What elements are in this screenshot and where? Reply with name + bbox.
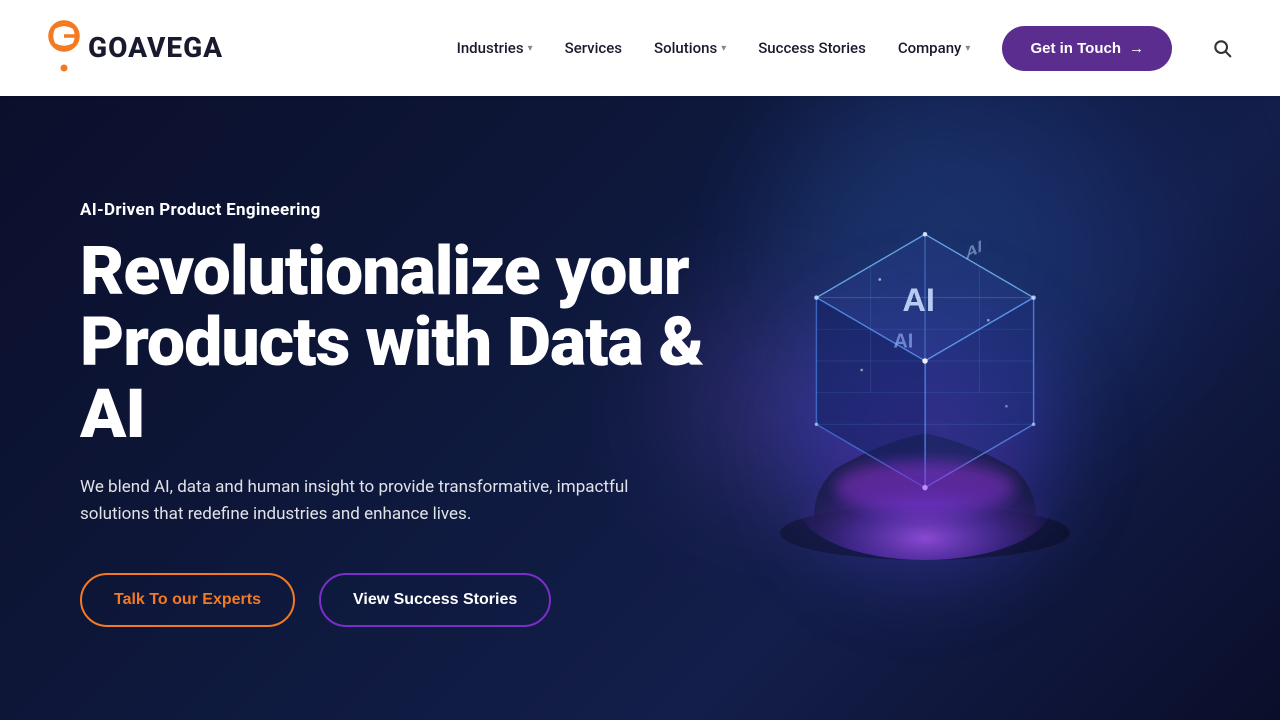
nav-item-services[interactable]: Services (565, 39, 622, 57)
chevron-down-icon: ▾ (528, 43, 533, 54)
hero-eyebrow: AI-Driven Product Engineering (80, 200, 703, 220)
ai-cube-illustration: AI AI AI (735, 180, 1115, 560)
nav-item-solutions[interactable]: Solutions ▾ (654, 39, 726, 57)
get-in-touch-button[interactable]: Get in Touch → (1002, 26, 1172, 71)
hero-title: Revolutionalize your Products with Data … (80, 236, 703, 450)
logo-icon (40, 18, 88, 78)
svg-text:AI: AI (893, 330, 913, 352)
hero-description: We blend AI, data and human insight to p… (80, 474, 660, 528)
nav-item-industries[interactable]: Industries ▾ (457, 39, 533, 57)
svg-text:AI: AI (902, 282, 935, 318)
arrow-icon: → (1129, 40, 1144, 57)
chevron-down-icon: ▾ (965, 43, 970, 54)
header: GOAVEGA Industries ▾ Services Solutions … (0, 0, 1280, 96)
view-success-stories-button[interactable]: View Success Stories (319, 573, 551, 627)
hero-section: AI AI AI (0, 0, 1280, 720)
logo-text: GOAVEGA (88, 34, 223, 62)
talk-to-experts-button[interactable]: Talk To our Experts (80, 573, 295, 627)
svg-text:AI: AI (966, 236, 982, 264)
ai-visual: AI AI AI (650, 120, 1200, 620)
nav-item-company[interactable]: Company ▾ (898, 39, 971, 57)
chevron-down-icon: ▾ (721, 43, 726, 54)
logo[interactable]: GOAVEGA (40, 18, 223, 78)
search-icon (1212, 38, 1232, 58)
hero-cta-group: Talk To our Experts View Success Stories (80, 573, 703, 627)
nav-item-success-stories[interactable]: Success Stories (758, 39, 866, 57)
main-nav: Industries ▾ Services Solutions ▾ Succes… (457, 26, 1240, 71)
hero-content: AI-Driven Product Engineering Revolution… (80, 200, 703, 627)
search-button[interactable] (1204, 30, 1240, 66)
